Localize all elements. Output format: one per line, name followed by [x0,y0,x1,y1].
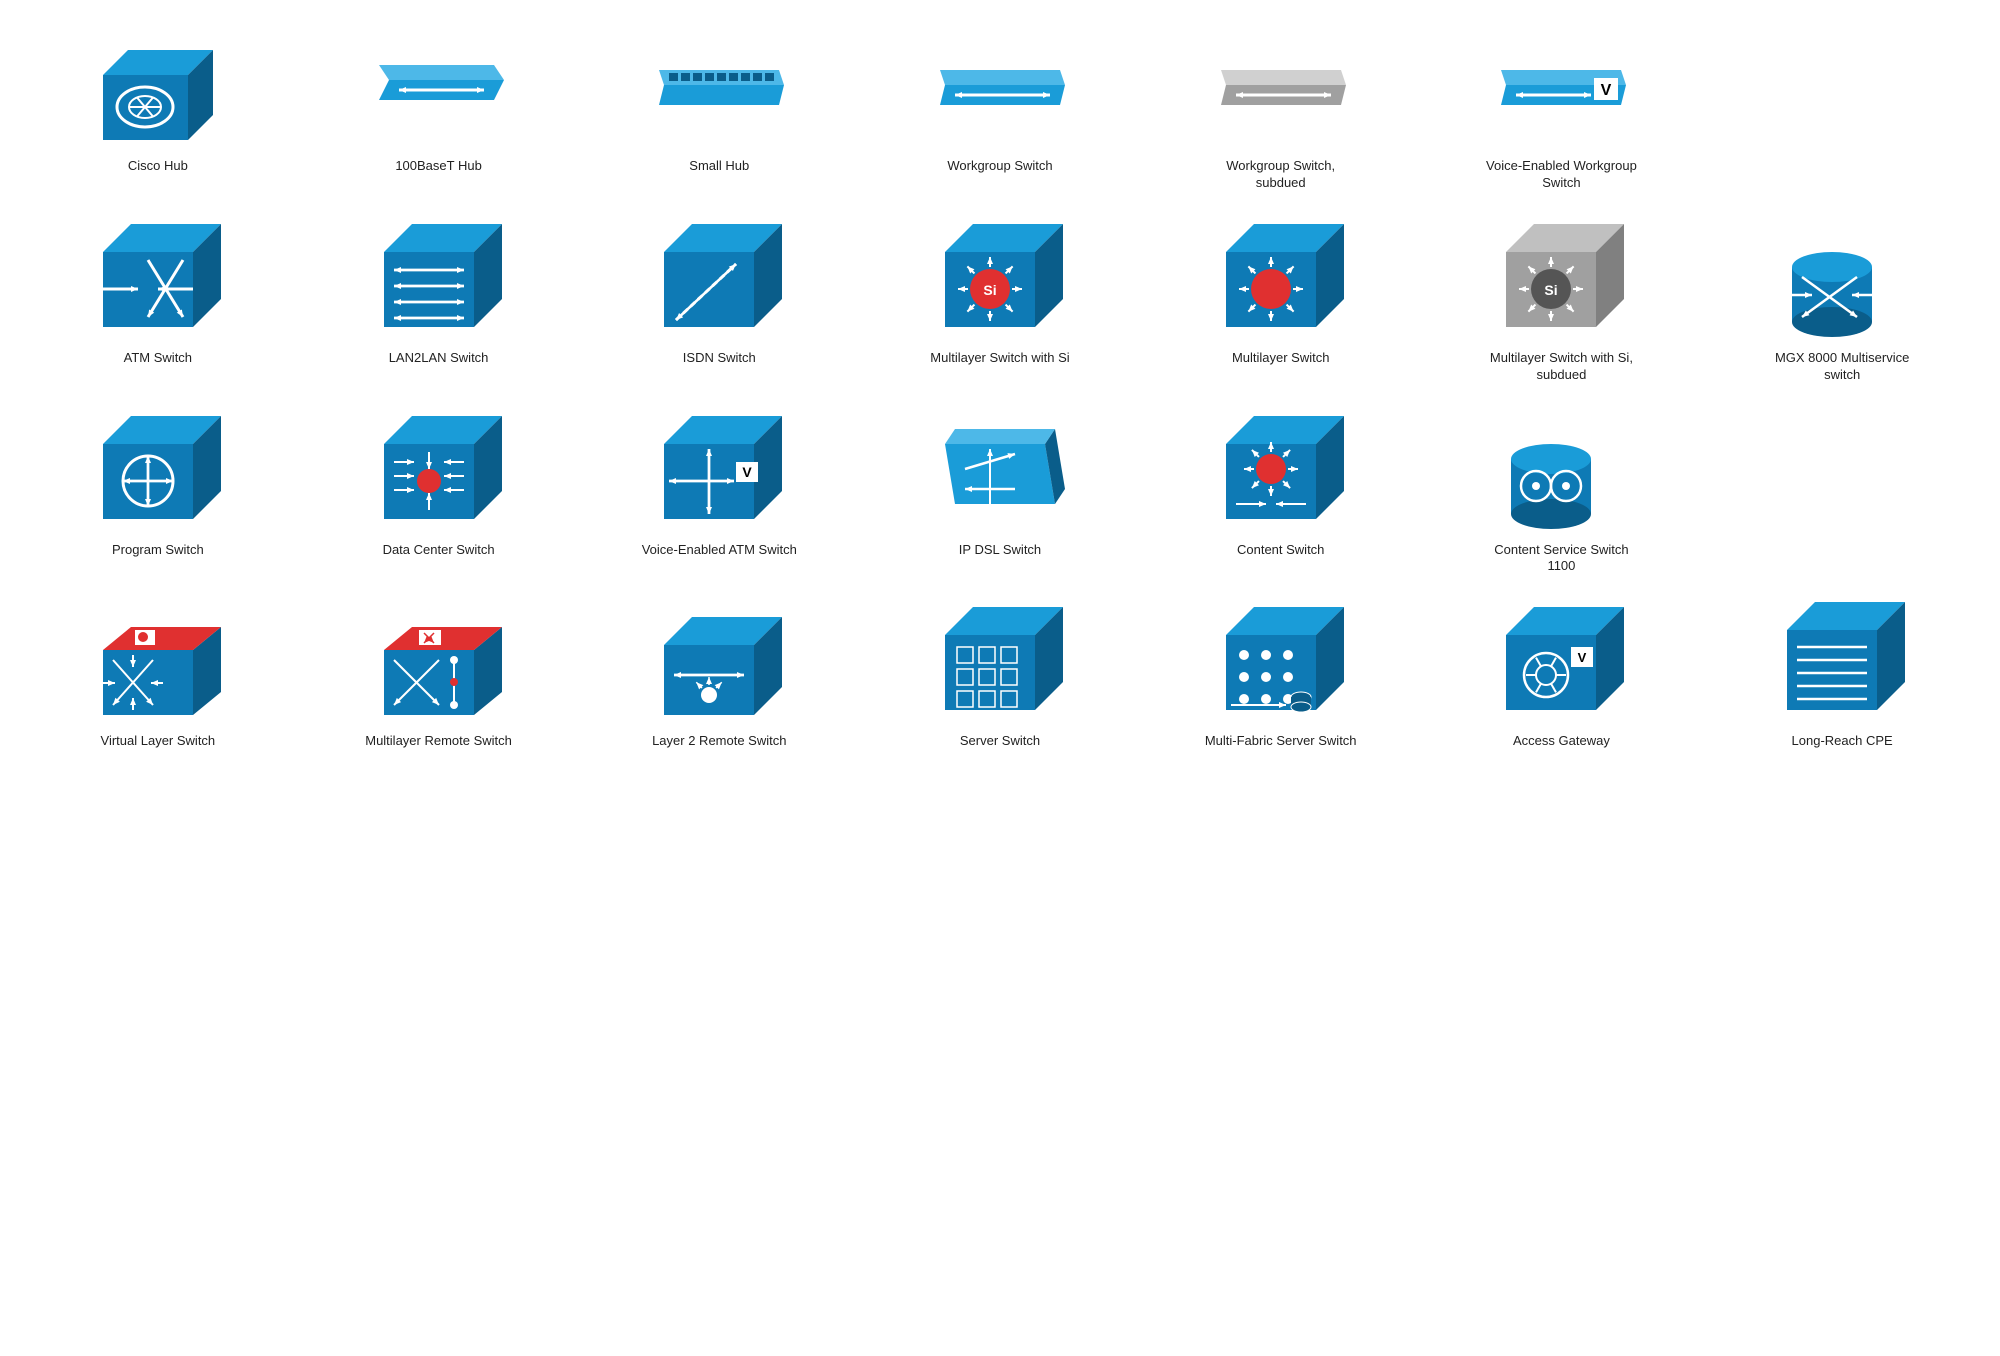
label-small-hub: Small Hub [689,158,749,175]
icon-ip-dsl-switch [935,414,1065,534]
label-workgroup-switch-subdued: Workgroup Switch, subdued [1201,158,1361,192]
item-multi-fabric-server: Multi-Fabric Server Switch [1143,595,1419,760]
item-virtual-layer-switch: Virtual Layer Switch [20,595,296,760]
item-atm-switch: ATM Switch [20,212,296,394]
icon-layer2-remote-switch [654,605,784,725]
label-multi-fabric-server: Multi-Fabric Server Switch [1205,733,1357,750]
icon-lan2lan-switch [374,222,504,342]
label-lan2lan-switch: LAN2LAN Switch [389,350,489,367]
item-cisco-hub: Cisco Hub [20,20,296,202]
icon-grid: Cisco Hub 100BaseT Hub Small Hub Workgroup … [20,20,1980,760]
label-multilayer-si: Multilayer Switch with Si [930,350,1069,367]
item-isdn-switch: ISDN Switch [581,212,857,394]
icon-access-gateway: V [1496,605,1626,725]
icon-atm-switch [93,222,223,342]
item-multilayer-switch: Multilayer Switch [1143,212,1419,394]
label-long-reach-cpe: Long-Reach CPE [1792,733,1893,750]
label-ip-dsl-switch: IP DSL Switch [959,542,1041,559]
label-data-center-switch: Data Center Switch [383,542,495,559]
label-access-gateway: Access Gateway [1513,733,1610,750]
icon-server-switch [935,605,1065,725]
svg-text:V: V [1601,82,1612,99]
item-server-switch: Server Switch [862,595,1138,760]
label-isdn-switch: ISDN Switch [683,350,756,367]
item-spacer1 [1704,20,1980,202]
item-ip-dsl-switch: IP DSL Switch [862,404,1138,586]
label-voice-workgroup-switch: Voice-Enabled Workgroup Switch [1481,158,1641,192]
icon-workgroup-switch [935,30,1065,150]
item-long-reach-cpe: Long-Reach CPE [1704,595,1980,760]
item-program-switch: Program Switch [20,404,296,586]
item-content-service-1100: Content Service Switch 1100 [1424,404,1700,586]
icon-content-switch [1216,414,1346,534]
icon-100baset-hub [374,30,504,150]
label-workgroup-switch: Workgroup Switch [947,158,1052,175]
label-content-service-1100: Content Service Switch 1100 [1481,542,1641,576]
item-multilayer-si-subdued: Si Multilayer Switch with Si, subdued [1424,212,1700,394]
icon-workgroup-switch-subdued [1216,30,1346,150]
icon-voice-atm-switch: V [654,414,784,534]
icon-mgx8000 [1777,222,1907,342]
label-multilayer-remote-switch: Multilayer Remote Switch [365,733,512,750]
icon-content-service-1100 [1496,414,1626,534]
item-voice-workgroup-switch: V Voice-Enabled Workgroup Switch [1424,20,1700,202]
label-100baset-hub: 100BaseT Hub [395,158,482,175]
icon-small-hub [654,30,784,150]
icon-program-switch [93,414,223,534]
icon-virtual-layer-switch [93,605,223,725]
label-cisco-hub: Cisco Hub [128,158,188,175]
item-multilayer-si: Si Multilayer Switch with Si [862,212,1138,394]
icon-voice-workgroup-switch: V [1496,30,1626,150]
icon-multilayer-si-subdued: Si [1496,222,1626,342]
item-multilayer-remote-switch: Multilayer Remote Switch [301,595,577,760]
item-workgroup-switch-subdued: Workgroup Switch, subdued [1143,20,1419,202]
label-server-switch: Server Switch [960,733,1040,750]
icon-cisco-hub [93,30,223,150]
label-mgx8000: MGX 8000 Multiservice switch [1762,350,1922,384]
icon-multilayer-si: Si [935,222,1065,342]
icon-long-reach-cpe [1777,605,1907,725]
label-program-switch: Program Switch [112,542,204,559]
label-atm-switch: ATM Switch [124,350,192,367]
item-100baset-hub: 100BaseT Hub [301,20,577,202]
icon-multilayer-switch [1216,222,1346,342]
item-content-switch: Content Switch [1143,404,1419,586]
item-access-gateway: V Access Gateway [1424,595,1700,760]
svg-text:Si: Si [1545,282,1558,298]
svg-text:V: V [743,464,753,480]
icon-isdn-switch [654,222,784,342]
item-spacer2 [1704,404,1980,586]
label-voice-atm-switch: Voice-Enabled ATM Switch [642,542,797,559]
label-multilayer-si-subdued: Multilayer Switch with Si, subdued [1481,350,1641,384]
icon-multi-fabric-server [1216,605,1346,725]
label-virtual-layer-switch: Virtual Layer Switch [101,733,216,750]
item-workgroup-switch: Workgroup Switch [862,20,1138,202]
item-mgx8000: MGX 8000 Multiservice switch [1704,212,1980,394]
item-voice-atm-switch: V Voice-Enabled ATM Switch [581,404,857,586]
item-lan2lan-switch: LAN2LAN Switch [301,212,577,394]
label-layer2-remote-switch: Layer 2 Remote Switch [652,733,786,750]
svg-text:Si: Si [983,282,996,298]
svg-text:V: V [1578,650,1587,665]
icon-multilayer-remote-switch [374,605,504,725]
item-small-hub: Small Hub [581,20,857,202]
label-content-switch: Content Switch [1237,542,1324,559]
item-layer2-remote-switch: Layer 2 Remote Switch [581,595,857,760]
item-data-center-switch: Data Center Switch [301,404,577,586]
label-multilayer-switch: Multilayer Switch [1232,350,1330,367]
icon-data-center-switch [374,414,504,534]
